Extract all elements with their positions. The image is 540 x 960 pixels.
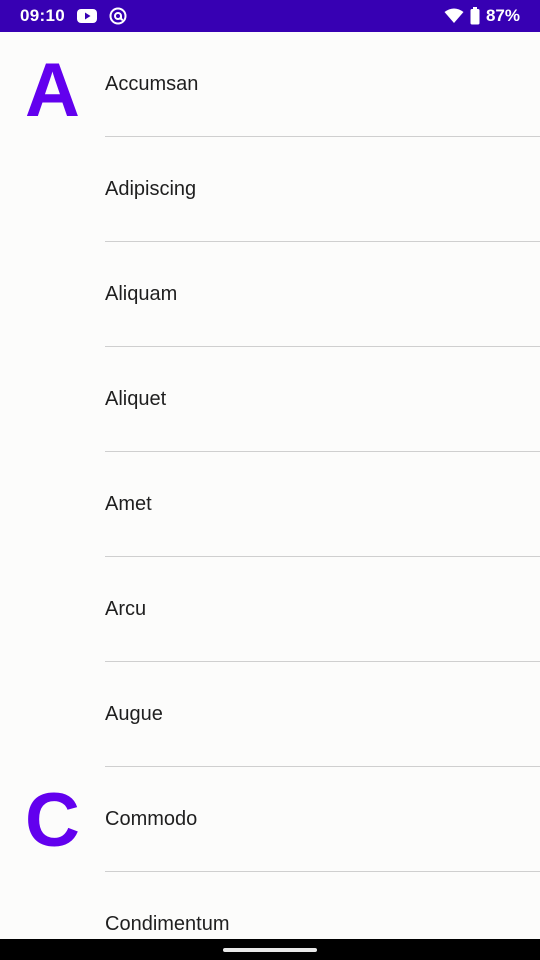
list-item[interactable]: Augue bbox=[0, 662, 540, 767]
status-left: 09:10 bbox=[20, 0, 127, 32]
list-item-label: Adipiscing bbox=[105, 178, 197, 200]
alphabetical-list[interactable]: A Accumsan Adipiscing Aliquam Aliquet Am… bbox=[0, 32, 540, 939]
status-right: 87% bbox=[444, 0, 520, 32]
list-item-label: Condimentum bbox=[105, 913, 230, 935]
list-item-label: Augue bbox=[105, 703, 163, 725]
list-item[interactable]: Aliquet bbox=[0, 347, 540, 452]
navigation-bar bbox=[0, 939, 540, 960]
list-item-label: Amet bbox=[105, 493, 152, 515]
list-item[interactable]: Condimentum bbox=[0, 872, 540, 939]
list-item-label: Accumsan bbox=[105, 73, 199, 95]
home-gesture-handle[interactable] bbox=[223, 948, 317, 952]
list-item[interactable]: Adipiscing bbox=[0, 137, 540, 242]
at-sign-icon bbox=[109, 7, 127, 25]
wifi-icon bbox=[444, 8, 464, 24]
list-item-label: Commodo bbox=[105, 808, 198, 830]
battery-percentage: 87% bbox=[485, 6, 520, 25]
battery-icon bbox=[470, 7, 480, 25]
youtube-icon bbox=[76, 8, 97, 24]
list-item-label: Aliquam bbox=[105, 283, 178, 305]
list-item[interactable]: Aliquam bbox=[0, 242, 540, 347]
status-bar: 09:10 87% bbox=[0, 0, 540, 32]
list-item[interactable]: Commodo bbox=[0, 767, 540, 872]
list-item[interactable]: Accumsan bbox=[0, 32, 540, 137]
list-item[interactable]: Amet bbox=[0, 452, 540, 557]
list-item-label: Aliquet bbox=[105, 388, 167, 410]
list-item-label: Arcu bbox=[105, 598, 147, 620]
list-item[interactable]: Arcu bbox=[0, 557, 540, 662]
status-time: 09:10 bbox=[20, 6, 65, 25]
